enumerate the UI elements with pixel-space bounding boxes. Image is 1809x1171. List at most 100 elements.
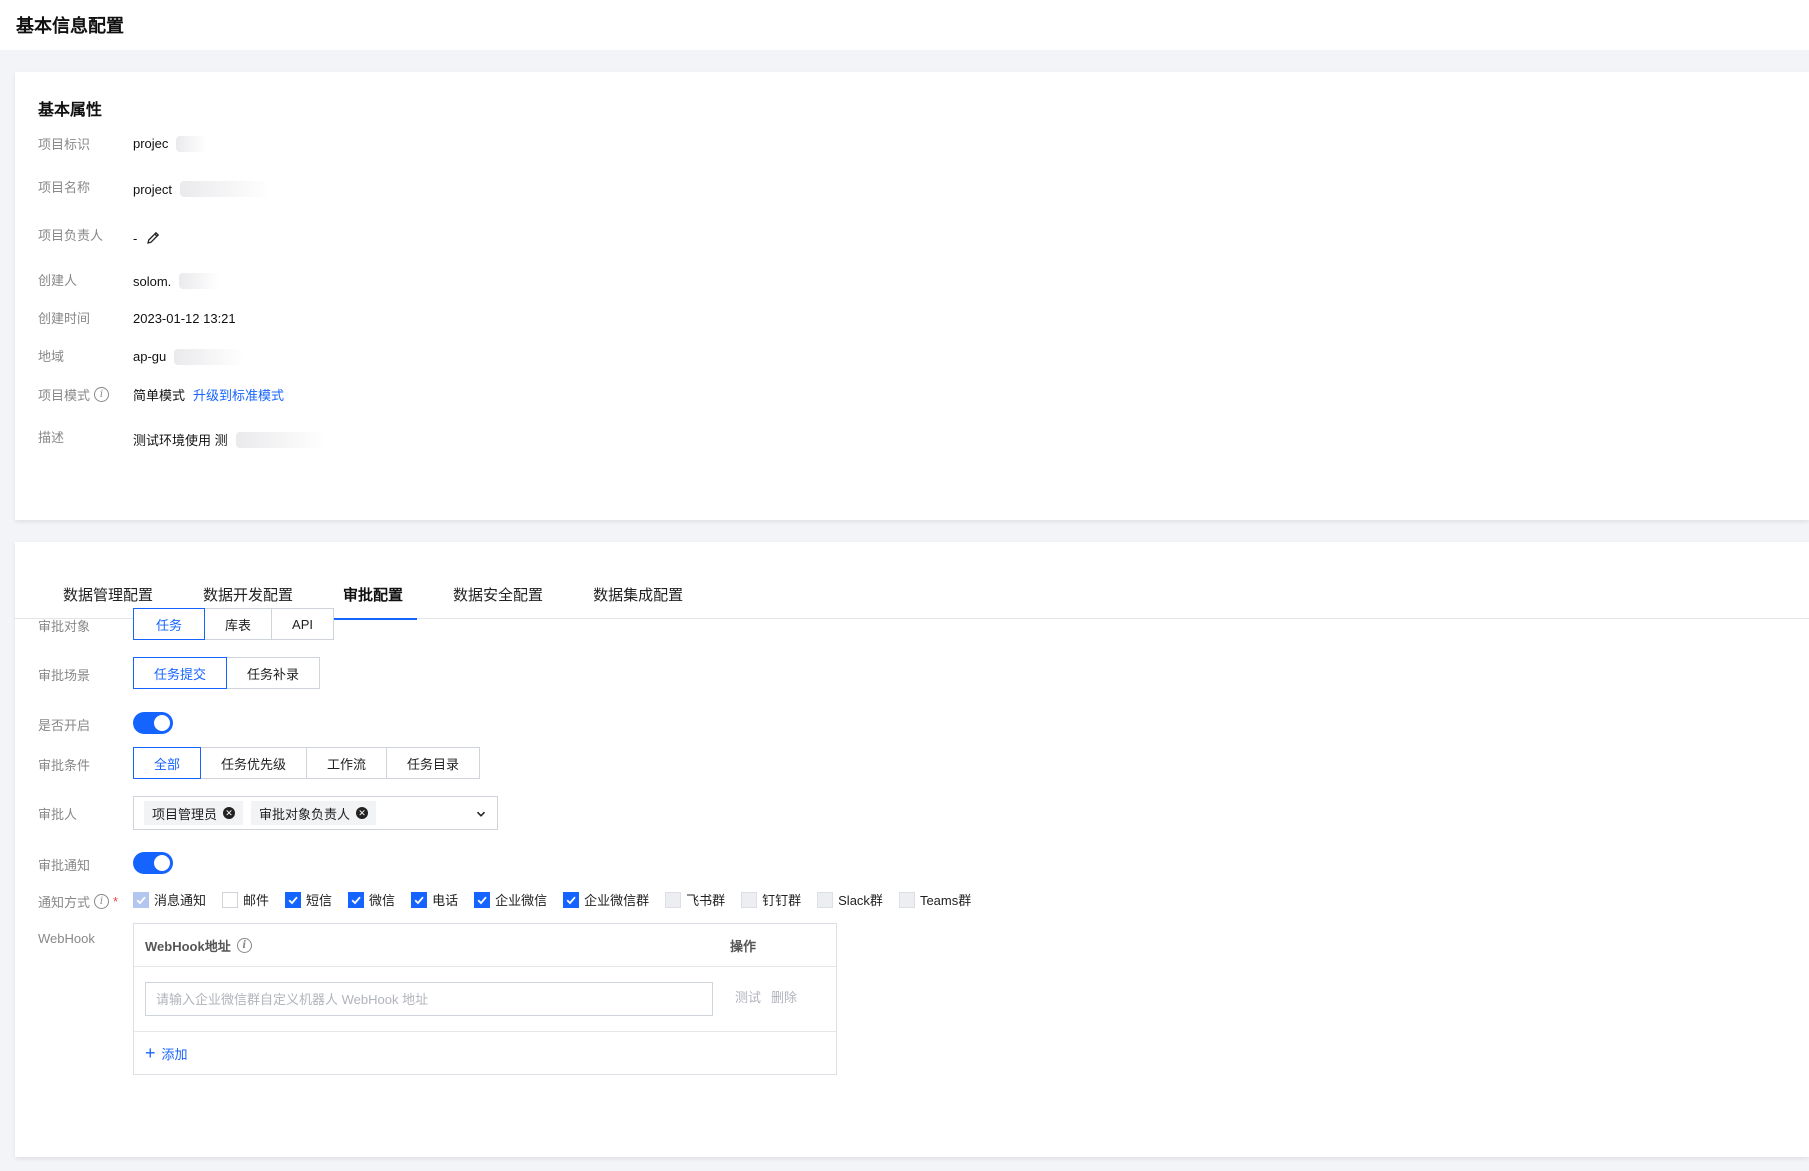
notify-method-checkbox[interactable]: 微信 (348, 890, 395, 909)
notify-method-checkbox[interactable]: 消息通知 (133, 890, 206, 909)
option-task-priority[interactable]: 任务优先级 (200, 747, 308, 779)
label-enabled: 是否开启 (38, 718, 91, 733)
checkbox-box[interactable] (741, 891, 758, 908)
label-approvers: 审批人 (38, 807, 78, 822)
label-project-mode-text: 项目模式 (38, 388, 91, 403)
option-task-backfill[interactable]: 任务补录 (226, 657, 321, 689)
row-created-time: 创建时间 2023-01-12 13:21 (38, 308, 236, 327)
value-description: 测试环境使用 测 (133, 433, 228, 448)
value-project-id: projec (133, 136, 169, 151)
notify-method-checkbox[interactable]: 电话 (411, 890, 458, 909)
checkbox-box[interactable] (898, 891, 915, 908)
row-notify: 审批通知 (38, 847, 173, 874)
row-region: 地域 ap-gu (38, 346, 245, 365)
tab-data-integration[interactable]: 数据集成配置 (579, 569, 697, 619)
notify-method-checkbox[interactable]: 短信 (285, 890, 332, 909)
option-task[interactable]: 任务 (133, 608, 206, 640)
value-created-time: 2023-01-12 13:21 (133, 311, 236, 326)
page-title: 基本信息配置 (16, 16, 124, 36)
webhook-test-button[interactable]: 测试 (735, 987, 761, 1006)
checkbox-box[interactable] (285, 891, 302, 908)
row-project-owner: 项目负责人 - (38, 222, 161, 246)
page-header: 基本信息配置 (0, 0, 1809, 50)
checkbox-box[interactable] (411, 891, 428, 908)
redacted-mask (174, 348, 245, 365)
info-icon[interactable]: i (94, 387, 110, 402)
webhook-delete-button[interactable]: 删除 (771, 987, 797, 1006)
approver-tag: 项目管理员 ✕ (144, 801, 244, 825)
notify-toggle[interactable] (133, 852, 173, 874)
label-webhook: WebHook (38, 931, 95, 946)
remove-tag-icon[interactable]: ✕ (223, 807, 236, 819)
approval-condition-segment: 全部 任务优先级 工作流 任务目录 (133, 747, 481, 779)
option-task-submit[interactable]: 任务提交 (133, 657, 228, 689)
approver-tag-label: 审批对象负责人 (259, 806, 351, 822)
row-approval-condition: 审批条件 全部 任务优先级 工作流 任务目录 (38, 747, 481, 779)
webhook-row-actions: 测试 删除 (735, 987, 797, 1006)
remove-tag-icon[interactable]: ✕ (356, 807, 369, 819)
label-approval-condition: 审批条件 (38, 758, 91, 773)
notify-method-checkbox[interactable]: 企业微信群 (563, 890, 649, 909)
approval-object-segment: 任务 库表 API (133, 608, 334, 640)
label-project-id: 项目标识 (38, 137, 91, 152)
webhook-col-action: 操作 (730, 938, 757, 954)
checkbox-box[interactable] (474, 891, 491, 908)
redacted-mask (235, 431, 326, 448)
checkbox-box[interactable] (133, 891, 149, 908)
label-notify: 审批通知 (38, 858, 91, 873)
edit-icon[interactable] (145, 230, 161, 246)
tab-data-security[interactable]: 数据安全配置 (439, 569, 557, 619)
webhook-add-button[interactable]: + 添加 (134, 1032, 836, 1074)
label-notify-methods-text: 通知方式 (38, 895, 91, 910)
config-card: 数据管理配置 数据开发配置 审批配置 数据安全配置 数据集成配置 审批对象 任务… (15, 542, 1809, 1157)
checkbox-box[interactable] (563, 891, 580, 908)
checkbox-box[interactable] (817, 891, 834, 908)
option-task-directory[interactable]: 任务目录 (386, 747, 481, 779)
section-title-basic: 基本属性 (38, 102, 103, 119)
approval-scene-segment: 任务提交 任务补录 (133, 657, 321, 689)
notify-method-checkbox[interactable]: 邮件 (222, 890, 269, 909)
chevron-down-icon[interactable] (475, 807, 487, 823)
notify-methods-group: 消息通知 邮件 短信 微信 电话 企业微信 企业微信群 飞书群 钉钉群 Slack群 Teams群 (133, 884, 987, 909)
label-project-owner: 项目负责人 (38, 227, 104, 243)
basic-info-card: 基本属性 项目标识 projec 项目名称 project 项目负责人 - 创建… (15, 72, 1809, 520)
value-creator: solom. (133, 273, 172, 289)
option-workflow[interactable]: 工作流 (306, 747, 388, 779)
checkbox-box[interactable] (348, 891, 365, 908)
notify-method-checkbox[interactable]: 企业微信 (474, 890, 547, 909)
notify-method-label: 短信 (306, 893, 333, 908)
notify-method-label: 邮件 (243, 893, 270, 908)
value-region: ap-gu (133, 349, 167, 364)
notify-method-label: 钉钉群 (762, 893, 802, 908)
redacted-mask (180, 181, 271, 197)
checkbox-box[interactable] (665, 891, 682, 908)
notify-method-checkbox: 钉钉群 (741, 890, 801, 909)
upgrade-standard-mode-link[interactable]: 升级到标准模式 (193, 385, 284, 404)
row-approval-scene: 审批场景 任务提交 任务补录 (38, 657, 321, 689)
webhook-add-label: 添加 (161, 1046, 188, 1062)
webhook-url-input[interactable] (145, 982, 713, 1016)
value-project-mode: 简单模式 (133, 388, 186, 403)
webhook-col-address: WebHook地址 i (134, 936, 730, 955)
value-project-name: project (133, 181, 173, 197)
notify-method-checkbox: Teams群 (898, 890, 972, 909)
notify-method-label: 电话 (432, 893, 459, 908)
option-table[interactable]: 库表 (204, 608, 273, 640)
label-approval-object: 审批对象 (38, 619, 91, 634)
label-region: 地域 (38, 349, 65, 364)
approvers-select[interactable]: 项目管理员 ✕ 审批对象负责人 ✕ (133, 796, 498, 830)
enabled-toggle[interactable] (133, 712, 173, 734)
row-approval-object: 审批对象 任务 库表 API (38, 608, 334, 640)
webhook-row: 测试 删除 (134, 967, 836, 1032)
info-icon[interactable]: i (236, 937, 252, 953)
redacted-mask (176, 135, 207, 152)
row-enabled: 是否开启 (38, 707, 173, 734)
label-notify-methods: 通知方式 i * (38, 884, 133, 911)
row-notify-methods: 通知方式 i * 消息通知 邮件 短信 微信 电话 企业微信 企业微信群 飞书群 钉钉群 Slac… (38, 884, 987, 911)
option-all[interactable]: 全部 (133, 747, 202, 779)
notify-method-label: Teams群 (919, 893, 972, 908)
option-api[interactable]: API (271, 608, 334, 640)
checkbox-box[interactable] (222, 891, 239, 908)
info-icon[interactable]: i (94, 894, 110, 909)
tab-approval[interactable]: 审批配置 (329, 569, 418, 620)
